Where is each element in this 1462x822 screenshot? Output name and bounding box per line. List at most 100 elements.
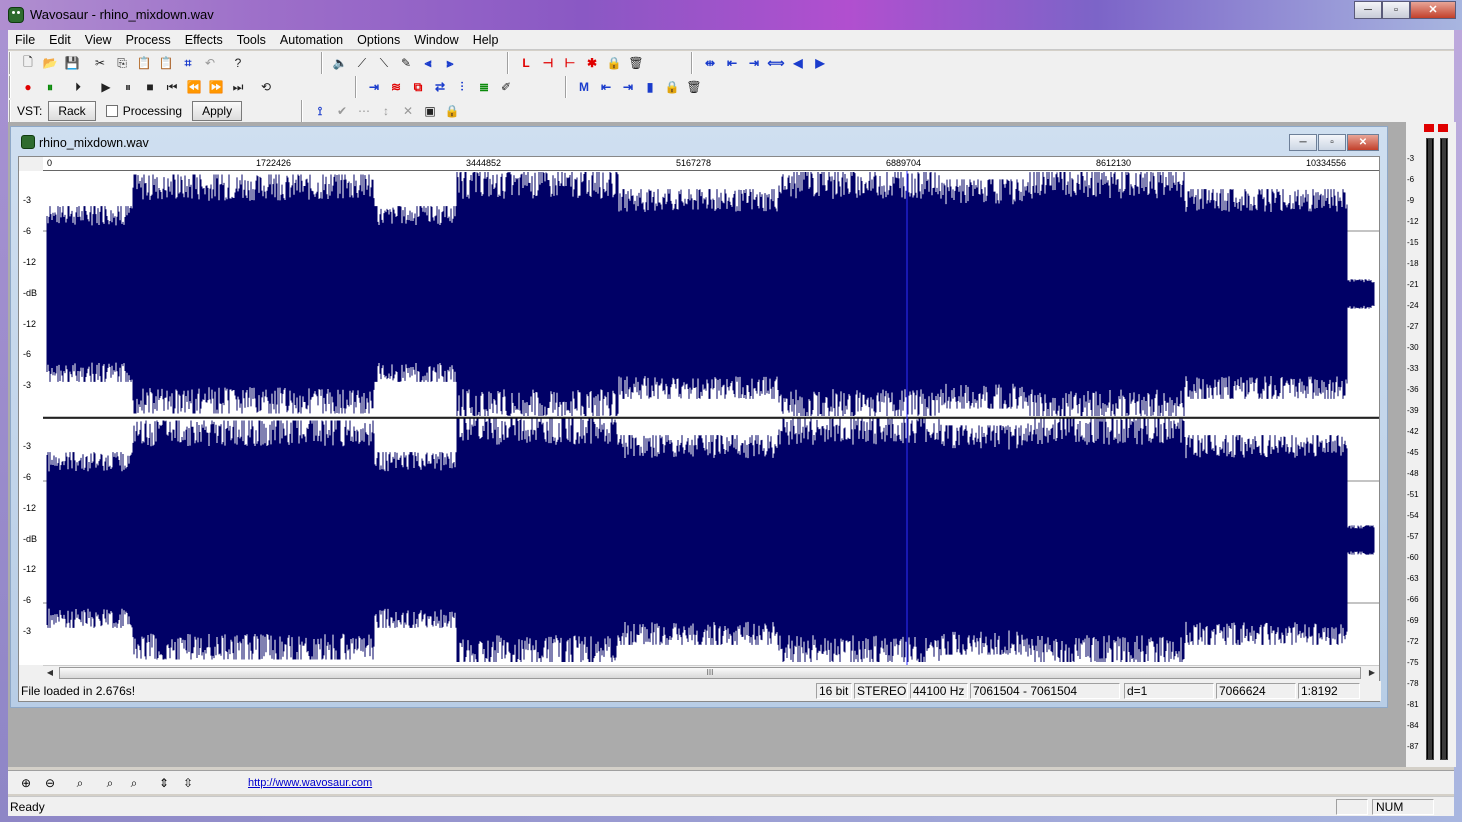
marker-left-icon[interactable]: ⇤ bbox=[595, 77, 617, 97]
waveform-view[interactable] bbox=[43, 171, 1379, 665]
pause-icon[interactable]: ⏸ bbox=[117, 77, 139, 97]
envelope-icon[interactable]: ⟟ bbox=[309, 101, 331, 121]
marker-lock-icon[interactable]: 🔒 bbox=[661, 77, 683, 97]
menu-effects[interactable]: Effects bbox=[178, 33, 230, 47]
help-icon[interactable]: ? bbox=[227, 53, 249, 73]
fade-in-icon[interactable]: ⟋ bbox=[351, 53, 373, 73]
prev-icon[interactable]: ◀ bbox=[787, 53, 809, 73]
marker-trash-icon[interactable]: 🗑 bbox=[683, 77, 705, 97]
record-icon[interactable]: ● bbox=[17, 77, 39, 97]
title-bar[interactable]: Wavosaur - rhino_mixdown.wav ─ ▫ ✕ bbox=[0, 0, 1462, 30]
go-start-icon[interactable]: ⏮ bbox=[161, 77, 183, 97]
meter-label: -84 bbox=[1407, 721, 1419, 730]
menu-edit[interactable]: Edit bbox=[42, 33, 78, 47]
stop-icon[interactable]: ■ bbox=[139, 77, 161, 97]
menu-help[interactable]: Help bbox=[466, 33, 506, 47]
loop-icon[interactable]: ⟲ bbox=[255, 77, 277, 97]
updown-icon[interactable]: ↕ bbox=[375, 101, 397, 121]
scroll-thumb[interactable]: III bbox=[59, 667, 1361, 679]
split-icon[interactable]: ⇹ bbox=[699, 53, 721, 73]
close-button[interactable]: ✕ bbox=[1410, 1, 1456, 19]
normalize-icon[interactable]: ⫷ bbox=[417, 53, 439, 73]
play-from-start-icon[interactable]: ⏵ bbox=[67, 77, 89, 97]
fade-out-icon[interactable]: ⟍ bbox=[373, 53, 395, 73]
play-box-icon[interactable]: ▣ bbox=[419, 101, 441, 121]
volume-icon[interactable]: 🔈 bbox=[329, 53, 351, 73]
website-link[interactable]: http://www.wavosaur.com bbox=[248, 777, 372, 789]
record-pause-icon[interactable]: ⏸ bbox=[39, 77, 61, 97]
next-icon[interactable]: ▶ bbox=[809, 53, 831, 73]
processing-checkbox[interactable] bbox=[105, 105, 118, 117]
marker-region-icon[interactable]: ▮ bbox=[639, 77, 661, 97]
zoom-in-icon[interactable]: ⊕ bbox=[14, 776, 38, 790]
marker-icon[interactable]: M bbox=[573, 77, 595, 97]
menu-window[interactable]: Window bbox=[407, 33, 465, 47]
save-icon[interactable]: 💾 bbox=[61, 53, 83, 73]
undo-icon[interactable]: ↶ bbox=[199, 53, 221, 73]
pencil-tool-icon[interactable]: ✎ bbox=[395, 53, 417, 73]
clip-indicator-right[interactable] bbox=[1438, 124, 1448, 132]
db-label: -6 bbox=[23, 226, 32, 236]
envelope-lock-icon[interactable]: 🔒 bbox=[441, 101, 463, 121]
maximize-button[interactable]: ▫ bbox=[1382, 1, 1410, 19]
fast-forward-icon[interactable]: ⏩ bbox=[205, 77, 227, 97]
loop-start-icon[interactable]: L bbox=[515, 53, 537, 73]
app-icon[interactable] bbox=[8, 7, 24, 23]
sample-ruler[interactable]: 0 1722426 3444852 5167278 6889704 861213… bbox=[43, 157, 1379, 171]
paste-icon[interactable]: 📋 bbox=[133, 53, 155, 73]
zoom-out-icon[interactable]: ⊖ bbox=[38, 776, 62, 790]
horizontal-scrollbar[interactable]: ◀ III ▶ bbox=[43, 665, 1379, 679]
dots-icon[interactable]: ⋯ bbox=[353, 101, 375, 121]
draw-icon[interactable]: ✐ bbox=[495, 77, 517, 97]
spectrum-icon[interactable]: ≋ bbox=[385, 77, 407, 97]
crop-icon[interactable]: ⌗ bbox=[177, 53, 199, 73]
copy-icon[interactable]: ⎘ bbox=[111, 53, 133, 73]
zoom-full-icon[interactable]: ⌕ bbox=[98, 776, 122, 791]
cancel-icon[interactable]: ✕ bbox=[397, 101, 419, 121]
waveform-canvas[interactable] bbox=[43, 171, 1379, 665]
clip-indicator-left[interactable] bbox=[1424, 124, 1434, 132]
snap-both-icon[interactable]: ⟺ bbox=[765, 53, 787, 73]
mix-icon[interactable]: ⫸ bbox=[439, 53, 461, 73]
duplicate-icon[interactable]: ⧉ bbox=[407, 77, 429, 97]
menu-options[interactable]: Options bbox=[350, 33, 407, 47]
zoom-vertical-in-icon[interactable]: ⇕ bbox=[152, 776, 176, 790]
loop-left-icon[interactable]: ⊣ bbox=[537, 53, 559, 73]
snap-left-icon[interactable]: ⇤ bbox=[721, 53, 743, 73]
trim-icon[interactable]: ⫶ bbox=[451, 77, 473, 97]
minimize-button[interactable]: ─ bbox=[1354, 1, 1382, 19]
apply-button[interactable]: Apply bbox=[192, 101, 243, 121]
lock-icon[interactable]: 🔒 bbox=[603, 53, 625, 73]
doc-maximize-button[interactable]: ▫ bbox=[1318, 134, 1346, 151]
reverse-icon[interactable]: ⇄ bbox=[429, 77, 451, 97]
scroll-left-arrow-icon[interactable]: ◀ bbox=[43, 666, 57, 680]
snap-right-icon[interactable]: ⇥ bbox=[743, 53, 765, 73]
menu-tools[interactable]: Tools bbox=[230, 33, 273, 47]
menu-file[interactable]: File bbox=[8, 33, 42, 47]
scroll-right-arrow-icon[interactable]: ▶ bbox=[1365, 666, 1379, 680]
play-icon[interactable]: ▶ bbox=[95, 77, 117, 97]
eq-icon[interactable]: ≣ bbox=[473, 77, 495, 97]
cut-icon[interactable]: ✂ bbox=[89, 53, 111, 73]
check-icon[interactable]: ✔ bbox=[331, 101, 353, 121]
go-end-icon[interactable]: ⏭ bbox=[227, 77, 249, 97]
paste-special-icon[interactable]: 📋 bbox=[155, 53, 177, 73]
zoom-fit-icon[interactable]: ⌕ bbox=[122, 776, 146, 791]
menu-view[interactable]: View bbox=[78, 33, 119, 47]
doc-minimize-button[interactable]: ─ bbox=[1289, 134, 1317, 151]
rack-button[interactable]: Rack bbox=[48, 101, 96, 121]
insert-silence-icon[interactable]: ⇥ bbox=[363, 77, 385, 97]
zoom-selection-icon[interactable]: ⌕ bbox=[68, 776, 92, 791]
trash-icon[interactable]: 🗑 bbox=[625, 53, 647, 73]
loop-delete-icon[interactable]: ✱ bbox=[581, 53, 603, 73]
menu-automation[interactable]: Automation bbox=[273, 33, 350, 47]
loop-right-icon[interactable]: ⊢ bbox=[559, 53, 581, 73]
marker-right-icon[interactable]: ⇥ bbox=[617, 77, 639, 97]
doc-close-button[interactable]: ✕ bbox=[1347, 134, 1379, 151]
new-file-icon[interactable]: 🗋 bbox=[17, 53, 39, 73]
document-status-bar: File loaded in 2.676s! 16 bit STEREO 441… bbox=[19, 681, 1381, 701]
zoom-vertical-out-icon[interactable]: ⇳ bbox=[176, 776, 200, 790]
menu-process[interactable]: Process bbox=[119, 33, 178, 47]
open-folder-icon[interactable]: 📂 bbox=[39, 53, 61, 73]
rewind-icon[interactable]: ⏪ bbox=[183, 77, 205, 97]
